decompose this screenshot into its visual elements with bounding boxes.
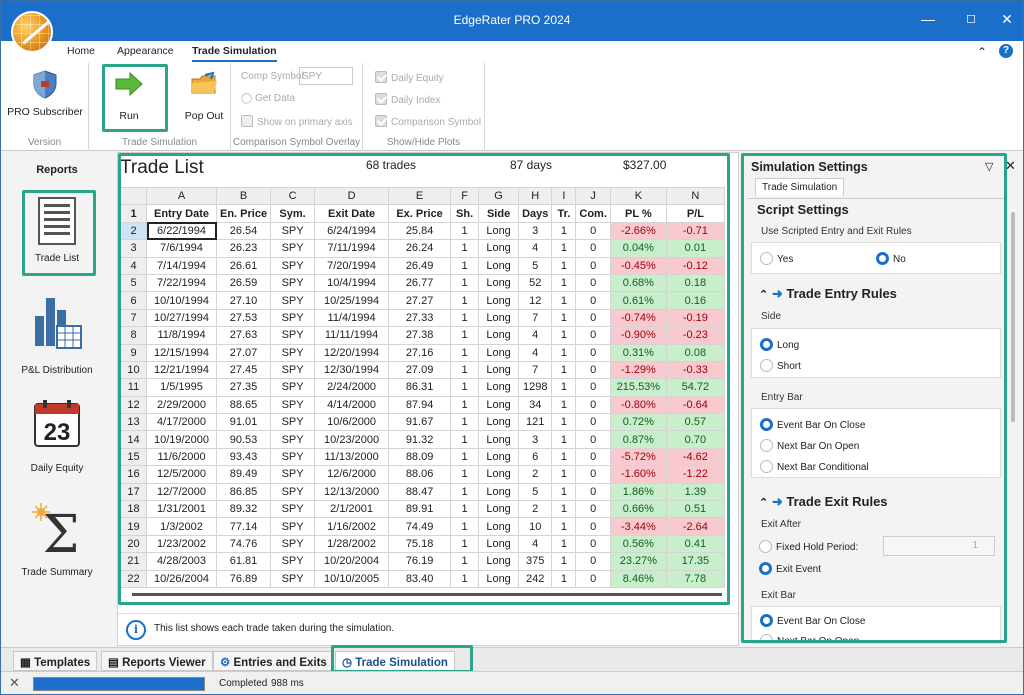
svg-text:Σ: Σ: [43, 505, 80, 558]
status-time: 988 ms: [271, 678, 304, 689]
close-icon[interactable]: ✕: [997, 11, 1017, 28]
daily-index-checkbox[interactable]: Daily Index: [375, 93, 440, 106]
daily-equity-checkbox[interactable]: Daily Equity: [375, 71, 444, 84]
help-icon[interactable]: ?: [999, 44, 1013, 58]
tab-templates[interactable]: ▦ Templates: [13, 651, 98, 671]
collapse-ribbon-icon[interactable]: ⌃: [977, 45, 987, 59]
report-daily-equity[interactable]: 23 Daily Equity: [1, 398, 113, 474]
get-data-button[interactable]: ◯ Get Data: [241, 93, 295, 104]
status-bar: ✕ Completed 988 ms: [1, 671, 1023, 694]
shield-icon: [33, 70, 57, 99]
reports-heading: Reports: [36, 164, 78, 176]
info-bar: i This list shows each trade taken durin…: [118, 613, 738, 645]
cancel-icon[interactable]: ✕: [9, 675, 20, 691]
progress-bar: [33, 677, 205, 691]
entries-icon: ⚙: [220, 657, 231, 669]
folder-icon: [191, 71, 217, 94]
info-text: This list shows each trade taken during …: [154, 623, 395, 634]
report-pl-distribution[interactable]: P&L Distribution: [1, 296, 113, 376]
info-icon: i: [126, 620, 146, 640]
comp-symbol-label: Comp Symbol: [241, 71, 304, 82]
run-highlight: [102, 64, 168, 132]
title-bar: EdgeRater PRO 2024 — ◻ ✕: [1, 1, 1023, 41]
calendar-icon: 23: [34, 400, 80, 447]
pop-out-button[interactable]: Pop Out: [179, 71, 229, 122]
reports-panel: Reports Trade List P&L Distribution 23 D…: [1, 152, 113, 646]
globe-icon: ◯: [241, 93, 253, 104]
menu-bar: Home Appearance Trade Simulation ⌃ ?: [1, 41, 1023, 63]
pro-subscriber-button[interactable]: PRO Subscriber: [5, 69, 85, 118]
svg-text:23: 23: [44, 419, 71, 446]
minimize-icon[interactable]: —: [918, 11, 938, 27]
settings-scrollbar[interactable]: [1011, 212, 1015, 422]
bottom-tabs: ▦ Templates ▤ Reports Viewer ⚙ Entries a…: [1, 647, 1023, 671]
tab-reports-viewer[interactable]: ▤ Reports Viewer: [101, 651, 213, 671]
bar-chart-icon: [35, 298, 82, 349]
menu-home[interactable]: Home: [67, 45, 95, 57]
sigma-icon: Σ: [32, 503, 80, 565]
comparison-symbol-checkbox[interactable]: Comparison Symbol: [375, 115, 481, 128]
menu-appearance[interactable]: Appearance: [117, 45, 174, 57]
version-group: PRO Subscriber Version: [1, 63, 89, 151]
report-icon: ▤: [108, 657, 119, 669]
plots-group: Daily Equity Daily Index Comparison Symb…: [363, 63, 485, 151]
report-trade-summary[interactable]: Σ Trade Summary: [1, 502, 113, 578]
show-primary-checkbox[interactable]: Show on primary axis: [241, 115, 353, 128]
app-logo-icon[interactable]: [11, 11, 53, 53]
status-text: Completed: [219, 678, 268, 689]
menu-trade-simulation[interactable]: Trade Simulation: [192, 45, 277, 62]
app-window: EdgeRater PRO 2024 — ◻ ✕ Home Appearance…: [0, 0, 1024, 695]
grid-icon: ▦: [20, 657, 31, 669]
maximize-icon[interactable]: ◻: [961, 11, 981, 25]
trade-list-highlight: [22, 190, 96, 276]
window-title: EdgeRater PRO 2024: [453, 13, 571, 27]
tab-entries-exits[interactable]: ⚙ Entries and Exits: [213, 651, 334, 671]
overlay-group: Comp Symbol SPY ◯ Get Data Show on prima…: [231, 63, 363, 151]
settings-highlight: [741, 153, 1007, 643]
trade-list-frame-highlight: [118, 153, 730, 605]
bottom-tab-highlight: [331, 645, 473, 673]
comp-symbol-input[interactable]: SPY: [299, 67, 353, 85]
